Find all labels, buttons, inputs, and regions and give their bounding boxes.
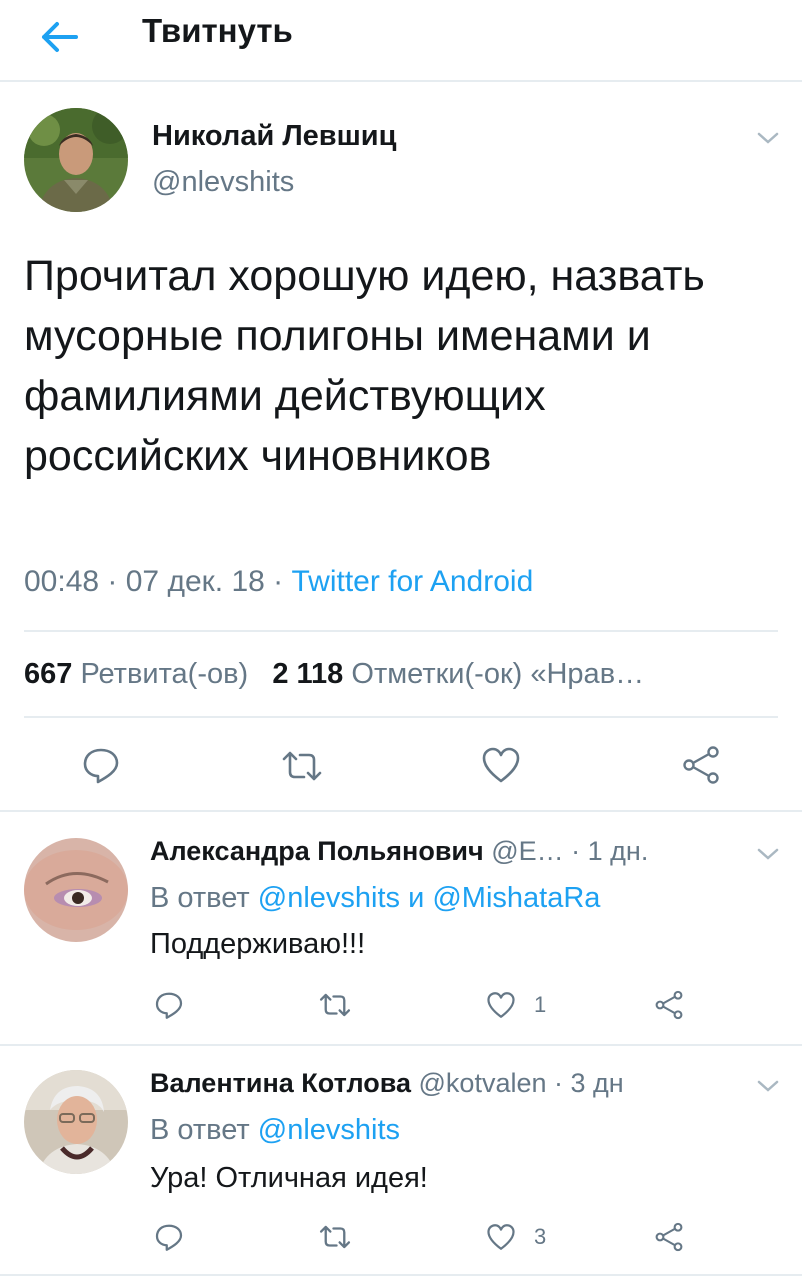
reply-text: Поддерживаю!!! (150, 928, 366, 960)
share-icon (683, 746, 719, 784)
reply-author[interactable]: Валентина Котлова @kotvalen · 3 дн (150, 1068, 624, 1099)
chevron-down-icon[interactable] (754, 844, 782, 864)
retweet-button[interactable] (316, 1220, 354, 1254)
tweet-source[interactable]: Twitter for Android (291, 565, 533, 598)
tweet-text: Прочитал хорошую идею, назвать мусорные … (24, 252, 705, 480)
divider (24, 716, 778, 718)
retweets-label: Ретвита(-ов) (80, 658, 249, 690)
reply-author-name: Валентина Котлова (150, 1068, 411, 1098)
like-button[interactable] (484, 988, 518, 1022)
likes-label: Отметки(-ок) (351, 658, 523, 690)
author-name[interactable]: Николай Левшиц (152, 120, 396, 153)
reply-button[interactable] (152, 988, 186, 1022)
reply-button[interactable] (152, 1220, 186, 1254)
retweet-button[interactable] (316, 988, 354, 1022)
reply-to-prefix: В ответ (150, 882, 250, 914)
page-title: Твитнуть (142, 12, 293, 49)
retweet-icon (319, 1225, 351, 1249)
reply-author-name: Александра Польянович (150, 836, 484, 866)
share-button[interactable] (678, 742, 724, 788)
share-button[interactable] (652, 1220, 686, 1254)
heart-icon (482, 747, 520, 783)
like-button[interactable] (484, 1220, 518, 1254)
likes-more: «Нрав… (530, 658, 645, 690)
meta-separator: · (264, 565, 292, 598)
like-count: 1 (534, 992, 547, 1017)
share-button[interactable] (652, 988, 686, 1022)
replying-to: В ответ @nlevshits и @MishataRa (150, 882, 600, 915)
divider (0, 810, 802, 812)
share-icon (655, 1222, 683, 1252)
tweet-stats: 667 Ретвита(-ов) 2 118 Отметки(-ок) «Нра… (24, 658, 764, 691)
chevron-down-icon[interactable] (754, 128, 782, 148)
likes-count: 2 118 (272, 658, 344, 690)
reply-avatar[interactable] (24, 1070, 128, 1174)
meta-separator: · (99, 565, 126, 598)
like-button[interactable] (478, 742, 524, 788)
reply-handle-time: @E… · 1 дн. (491, 836, 649, 866)
tweet-date: 07 дек. 18 (125, 565, 265, 598)
retweet-icon (319, 993, 351, 1017)
divider (0, 1044, 802, 1046)
back-button[interactable] (36, 14, 82, 60)
reply-handle-time: @kotvalen · 3 дн (418, 1068, 624, 1098)
reply-icon (155, 992, 183, 1019)
reply-mentions[interactable]: @nlevshits (258, 1114, 400, 1146)
reply-text: Ура! Отличная идея! (150, 1162, 428, 1194)
divider (24, 630, 778, 632)
tweet-meta: 00:48 · 07 дек. 18 · Twitter for Android (24, 565, 533, 599)
like-count: 3 (534, 1224, 547, 1249)
replying-to: В ответ @nlevshits (150, 1114, 400, 1147)
author-handle[interactable]: @nlevshits (152, 166, 294, 199)
reply-avatar[interactable] (24, 838, 128, 942)
chevron-down-icon[interactable] (754, 1076, 782, 1096)
author-avatar[interactable] (24, 108, 128, 212)
reply-author[interactable]: Александра Польянович @E… · 1 дн. (150, 836, 648, 867)
divider (0, 1274, 802, 1276)
top-bar: Твитнуть (0, 0, 802, 82)
retweets-count: 667 (24, 658, 73, 690)
retweet-icon (282, 751, 322, 781)
arrow-left-icon (42, 22, 78, 52)
reply-button[interactable] (78, 742, 124, 788)
tweet-time: 00:48 (24, 565, 100, 598)
reply-icon (155, 1224, 183, 1251)
heart-icon (487, 1224, 515, 1250)
reply-icon (83, 748, 119, 784)
reply-mentions[interactable]: @nlevshits и @MishataRa (258, 882, 601, 914)
retweet-button[interactable] (278, 744, 326, 788)
heart-icon (487, 992, 515, 1018)
reply-to-prefix: В ответ (150, 1114, 250, 1146)
share-icon (655, 990, 683, 1020)
retweets-stat[interactable]: 667 Ретвита(-ов) (24, 658, 248, 690)
likes-stat[interactable]: 2 118 Отметки(-ок) «Нрав… (272, 658, 644, 690)
